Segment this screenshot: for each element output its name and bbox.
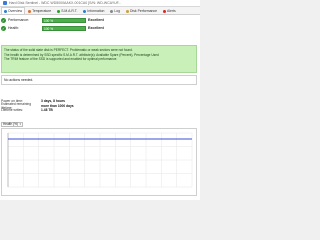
- health-label: Health:: [8, 26, 20, 30]
- tab-label: Temperature: [32, 9, 52, 13]
- info-grid: Power on time: 3 days, 8 hours Estimated…: [1, 99, 197, 113]
- health-rating: Excellent: [88, 26, 104, 30]
- overview-icon: [4, 9, 7, 13]
- tab-label: S.M.A.R.T.: [61, 9, 78, 13]
- chart-canvas: [7, 132, 193, 188]
- status-line: The TRIM feature of the SSD is supported…: [4, 57, 118, 62]
- info-value: 3 days, 8 hours: [41, 99, 66, 104]
- health-row: ✓ Health: 100 % Excellent: [1, 25, 104, 31]
- tab-label: Information: [87, 9, 105, 13]
- performance-icon: [126, 9, 130, 13]
- performance-row: ✓ Performance: 100 % Excellent: [1, 17, 104, 23]
- tab-temperature[interactable]: Temperature: [25, 7, 54, 14]
- tab-label: Disk Performance: [130, 9, 157, 13]
- temperature-icon: [28, 9, 32, 13]
- tab-strip: Overview Temperature S.M.A.R.T. Informat…: [0, 7, 200, 15]
- health-chart: [1, 128, 197, 196]
- chart-toolbar: Health (%) ▾: [1, 121, 197, 127]
- performance-bar: 100 %: [42, 17, 86, 23]
- status-description: The status of the solid state disk is PE…: [1, 45, 197, 73]
- check-icon: ✓: [1, 25, 6, 31]
- chart-metric-select[interactable]: Health (%) ▾: [1, 121, 23, 127]
- chart-select-value: Health (%): [3, 122, 19, 126]
- tab-smart[interactable]: S.M.A.R.T.: [54, 7, 80, 14]
- tab-label: Alerts: [166, 9, 176, 13]
- tab-log[interactable]: Log: [107, 7, 123, 14]
- actions-field[interactable]: No actions needed.: [1, 75, 197, 85]
- performance-label: Performance:: [8, 18, 30, 22]
- performance-value: 100 %: [44, 18, 54, 23]
- performance-rating: Excellent: [88, 18, 104, 22]
- health-bar: 100 %: [42, 25, 86, 31]
- info-row: Lifetime writes: 1.48 TB: [1, 108, 197, 113]
- window-title: Hard Disk Sentinel - WDC WD5000AAKX-001C…: [9, 1, 122, 5]
- tab-label: Log: [114, 9, 121, 13]
- health-value: 100 %: [44, 26, 54, 31]
- info-key: Lifetime writes:: [1, 108, 23, 113]
- overview-panel: ✓ Performance: 100 % Excellent ✓ Health:…: [0, 15, 200, 200]
- tab-overview[interactable]: Overview: [1, 7, 26, 14]
- tab-disk-performance[interactable]: Disk Performance: [123, 7, 160, 14]
- actions-text: No actions needed.: [4, 78, 34, 82]
- tab-label: Overview: [8, 9, 23, 13]
- app-icon: [3, 1, 7, 5]
- check-icon: ✓: [1, 17, 6, 23]
- chevron-down-icon: ▾: [19, 122, 21, 126]
- information-icon: [83, 9, 87, 13]
- info-value: 1.48 TB: [41, 108, 53, 113]
- info-value: more than 1000 days: [41, 103, 74, 108]
- tab-alerts[interactable]: Alerts: [160, 7, 179, 14]
- alerts-icon: [162, 9, 166, 13]
- log-icon: [110, 9, 114, 13]
- smart-icon: [57, 9, 61, 13]
- tab-information[interactable]: Information: [80, 7, 107, 14]
- title-bar: Hard Disk Sentinel - WDC WD5000AAKX-001C…: [0, 0, 200, 7]
